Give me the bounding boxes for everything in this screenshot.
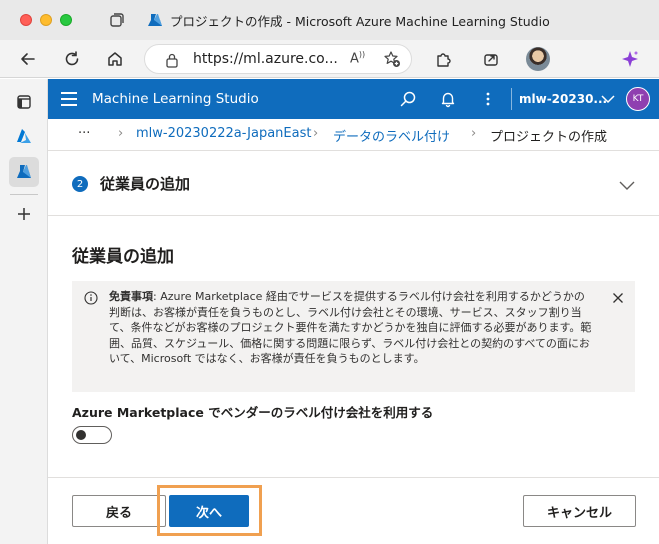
azure-ml-favicon-icon xyxy=(146,11,164,29)
section-title: 従業員の追加 xyxy=(72,247,174,267)
app-header: Machine Learning Studio mlw-20230... KT xyxy=(48,79,659,119)
breadcrumb-current: プロジェクトの作成 xyxy=(490,130,608,145)
minimize-window-button[interactable] xyxy=(40,14,52,26)
copilot-sparkle-icon[interactable] xyxy=(619,48,641,70)
marketplace-toggle-label: Azure Marketplace でベンダーのラベル付け会社を利用する xyxy=(72,405,434,420)
azure-portal-icon[interactable] xyxy=(9,121,39,151)
window-controls xyxy=(20,14,72,26)
chevron-right-icon: › xyxy=(118,126,124,141)
next-button[interactable]: 次へ xyxy=(169,495,249,527)
profile-avatar[interactable] xyxy=(526,47,550,71)
back-button[interactable]: 戻る xyxy=(72,495,166,527)
window-title: プロジェクトの作成 - Microsoft Azure Machine Lear… xyxy=(170,14,550,29)
disclaimer-label: 免責事項 xyxy=(109,290,153,303)
sidebar-divider xyxy=(10,194,38,195)
breadcrumb-data-labeling[interactable]: データのラベル付け xyxy=(333,126,450,145)
more-options-icon[interactable] xyxy=(478,89,498,109)
refresh-icon[interactable] xyxy=(61,48,83,70)
azure-ml-studio-icon[interactable] xyxy=(9,157,39,187)
tab-list-icon[interactable] xyxy=(9,87,39,117)
url-text[interactable]: https://ml.azure.co... xyxy=(193,51,338,67)
workspace-selector[interactable]: mlw-20230... xyxy=(519,92,607,106)
header-divider xyxy=(511,88,512,110)
toggle-knob xyxy=(76,430,86,440)
wizard-footer: 戻る 次へ キャンセル xyxy=(48,477,659,544)
main-content: 従業員の追加 免責事項: Azure Marketplace 経由でサービスを提… xyxy=(48,217,659,477)
breadcrumb-workspace[interactable]: mlw-20230222a-JapanEast xyxy=(136,126,311,141)
extensions-puzzle-icon[interactable] xyxy=(432,48,454,70)
chevron-right-icon: › xyxy=(471,126,477,141)
address-bar[interactable]: https://ml.azure.co... A)) xyxy=(144,44,412,74)
window-title-bar: プロジェクトの作成 - Microsoft Azure Machine Lear… xyxy=(0,0,659,40)
app-title[interactable]: Machine Learning Studio xyxy=(92,91,259,107)
marketplace-toggle[interactable] xyxy=(72,426,112,444)
lock-icon[interactable] xyxy=(165,52,179,72)
disclaimer-body: : Azure Marketplace 経由でサービスを提供するラベル付け会社を… xyxy=(109,290,592,365)
zoom-window-button[interactable] xyxy=(60,14,72,26)
read-aloud-icon[interactable]: A)) xyxy=(350,50,365,66)
search-icon[interactable] xyxy=(398,89,418,109)
browser-toolbar: https://ml.azure.co... A)) xyxy=(0,40,659,78)
back-arrow-icon[interactable] xyxy=(17,48,39,70)
disclaimer-message-bar: 免責事項: Azure Marketplace 経由でサービスを提供するラベル付… xyxy=(72,281,635,392)
disclaimer-text: 免責事項: Azure Marketplace 経由でサービスを提供するラベル付… xyxy=(109,289,594,367)
share-icon[interactable] xyxy=(480,48,502,70)
info-icon xyxy=(84,290,98,309)
hamburger-menu-icon[interactable] xyxy=(61,92,77,110)
notification-bell-icon[interactable] xyxy=(438,89,458,109)
tab-actions-icon[interactable] xyxy=(108,11,126,29)
user-avatar[interactable]: KT xyxy=(626,87,650,111)
close-icon[interactable] xyxy=(612,289,624,308)
breadcrumb-more[interactable]: ··· xyxy=(78,126,90,141)
cancel-button[interactable]: キャンセル xyxy=(523,495,636,527)
home-icon[interactable] xyxy=(104,48,126,70)
chevron-right-icon: › xyxy=(313,126,319,141)
close-window-button[interactable] xyxy=(20,14,32,26)
add-favorite-icon[interactable] xyxy=(383,50,401,72)
breadcrumb: ··· › mlw-20230222a-JapanEast › データのラベル付… xyxy=(48,119,659,151)
step-number-badge: 2 xyxy=(72,176,88,192)
add-sidebar-app-icon[interactable] xyxy=(9,199,39,229)
wizard-step-header[interactable]: 2 従業員の追加 xyxy=(48,152,659,216)
browser-sidebar xyxy=(0,79,48,544)
step-title: 従業員の追加 xyxy=(100,175,191,193)
chevron-down-icon[interactable] xyxy=(618,176,636,195)
chevron-down-icon[interactable] xyxy=(598,89,618,109)
